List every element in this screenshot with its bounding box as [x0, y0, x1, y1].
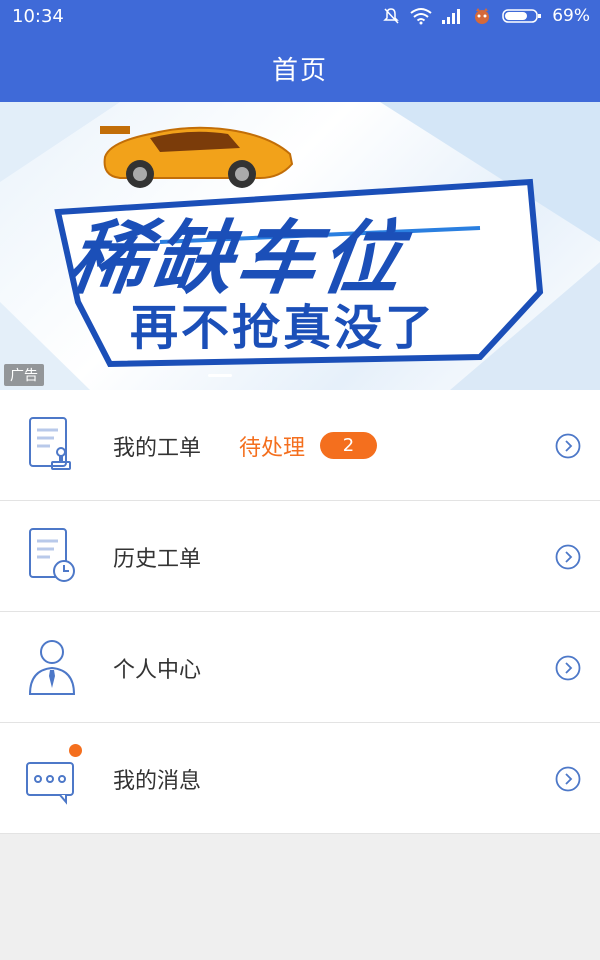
menu-item-my-messages[interactable]: 我的消息	[0, 723, 600, 834]
user-profile-icon	[28, 640, 76, 695]
battery-percent: 69%	[552, 6, 590, 26]
menu-item-label: 我的工单	[113, 436, 202, 461]
page-title: 首页	[271, 55, 328, 86]
chevron-right-icon[interactable]	[555, 766, 581, 792]
status-icons: 69%	[382, 6, 590, 26]
menu-item-label: 我的消息	[113, 769, 202, 794]
menu-item-my-work-orders[interactable]: 我的工单 待处理 2	[0, 390, 600, 501]
menu-item-label: 历史工单	[113, 547, 202, 572]
chevron-right-icon[interactable]	[555, 433, 581, 459]
pending-count-badge: 2	[320, 432, 377, 459]
nav-bar: 首页	[0, 34, 600, 102]
wifi-icon	[410, 8, 432, 25]
unread-dot	[69, 744, 82, 757]
chevron-right-icon[interactable]	[555, 544, 581, 570]
ad-banner[interactable]: 稀缺车位 再不抢真没了 广告	[0, 102, 600, 390]
car-icon	[100, 126, 294, 188]
status-time: 10:34	[12, 6, 64, 27]
app-notification-icon	[475, 8, 490, 24]
battery-icon	[502, 9, 542, 23]
chevron-right-icon[interactable]	[555, 655, 581, 681]
signal-icon	[442, 9, 461, 24]
banner-subheadline: 再不抢真没了	[130, 300, 437, 356]
work-order-stamp-icon	[29, 417, 71, 470]
status-bar: 10:34 69%	[0, 0, 600, 34]
menu-item-label: 个人中心	[113, 658, 202, 683]
pending-status-label: 待处理	[239, 436, 306, 461]
menu-item-personal-center[interactable]: 个人中心	[0, 612, 600, 723]
menu-list: 我的工单 待处理 2 历史工单 个人中心 我的消息	[0, 390, 600, 834]
carousel-indicator	[208, 374, 232, 377]
ad-tag: 广告	[4, 364, 44, 386]
menu-item-history-work-orders[interactable]: 历史工单	[0, 501, 600, 612]
history-order-clock-icon	[29, 528, 75, 582]
mute-icon	[383, 8, 400, 24]
